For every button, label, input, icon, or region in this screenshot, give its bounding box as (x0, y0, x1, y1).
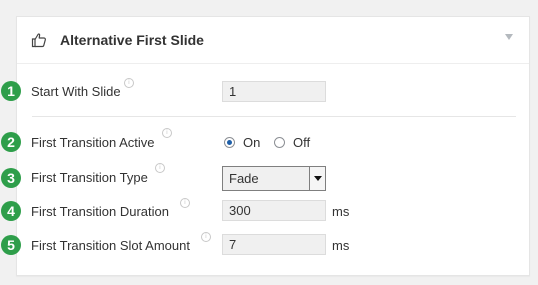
slot-amount-unit: ms (332, 238, 350, 253)
step-badge-4: 4 (1, 201, 21, 221)
info-icon[interactable]: i (201, 232, 211, 242)
step-badge-3: 3 (1, 168, 21, 188)
start-with-slide-label: Start With Slide (31, 84, 121, 99)
first-transition-active-row: 2 First Transition Active i On Off (0, 128, 538, 154)
first-transition-type-row: 3 First Transition Type i Fade (0, 163, 538, 191)
first-transition-duration-input[interactable]: 300 (222, 200, 326, 221)
first-transition-active-label: First Transition Active (31, 135, 155, 150)
radio-on[interactable] (224, 137, 235, 148)
thumbs-up-icon (31, 33, 46, 48)
chevron-down-icon[interactable] (309, 167, 325, 190)
step-badge-5: 5 (1, 235, 21, 255)
info-icon[interactable]: i (180, 198, 190, 208)
step-badge-2: 2 (1, 132, 21, 152)
radio-off-label[interactable]: Off (293, 135, 310, 150)
panel-title: Alternative First Slide (60, 32, 204, 48)
select-value: Fade (229, 171, 259, 186)
collapse-arrow-icon[interactable] (505, 34, 513, 40)
first-transition-type-select[interactable]: Fade (222, 166, 326, 191)
first-transition-slot-amount-label: First Transition Slot Amount (31, 238, 190, 253)
first-transition-duration-row: 4 First Transition Duration i 300 ms (0, 198, 538, 222)
first-transition-slot-amount-input[interactable]: 7 (222, 234, 326, 255)
duration-unit: ms (332, 204, 350, 219)
info-icon[interactable]: i (155, 163, 165, 173)
start-with-slide-row: 1 Start With Slide i 1 (0, 78, 538, 103)
radio-on-label[interactable]: On (243, 135, 260, 150)
start-with-slide-input[interactable]: 1 (222, 81, 326, 102)
first-transition-slot-amount-row: 5 First Transition Slot Amount i 7 ms (0, 232, 538, 256)
step-badge-1: 1 (1, 81, 21, 101)
info-icon[interactable]: i (162, 128, 172, 138)
info-icon[interactable]: i (124, 78, 134, 88)
first-transition-type-label: First Transition Type (31, 170, 148, 185)
panel-header[interactable]: Alternative First Slide (17, 17, 529, 64)
section-divider (32, 116, 516, 117)
radio-off[interactable] (274, 137, 285, 148)
first-transition-duration-label: First Transition Duration (31, 204, 169, 219)
